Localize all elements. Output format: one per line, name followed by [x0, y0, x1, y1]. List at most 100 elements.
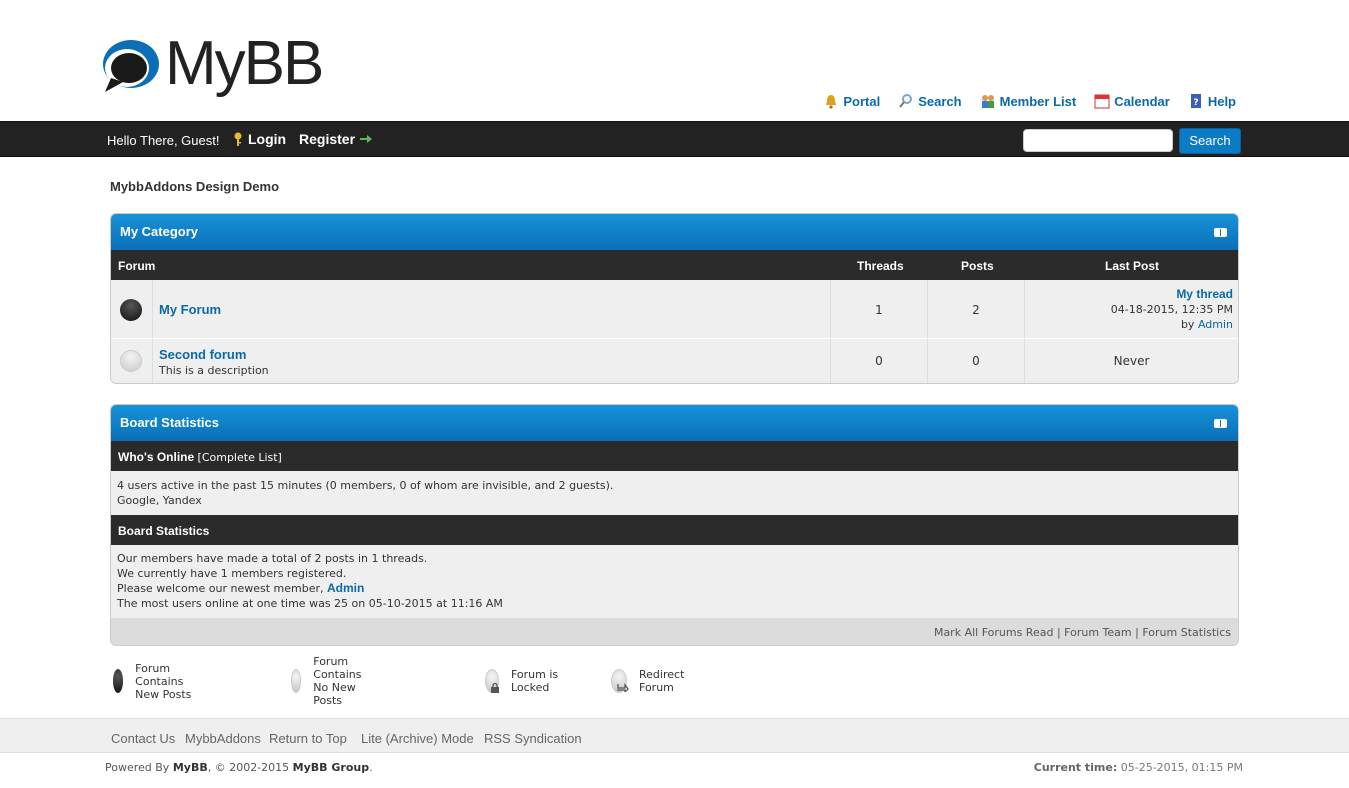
- board-stats-body: Our members have made a total of 2 posts…: [111, 545, 1238, 618]
- arrow-right-icon: [360, 135, 373, 143]
- forum-row: Second forum This is a description 0 0 N…: [111, 339, 1238, 383]
- last-post-date: 04-18-2015, 12:35 PM: [1110, 303, 1233, 316]
- thread-count: 1: [875, 303, 883, 317]
- collapse-toggle-icon[interactable]: [1214, 228, 1227, 237]
- return-to-top-link[interactable]: Return to Top: [269, 731, 347, 746]
- mybb-group-link[interactable]: MyBB Group: [293, 761, 369, 774]
- mark-all-read-link[interactable]: Mark All Forums Read: [934, 626, 1054, 639]
- forum-name-cell: Second forum This is a description: [153, 339, 831, 383]
- separator: |: [1135, 626, 1139, 639]
- members-total-text: We currently have 1 members registered.: [117, 567, 347, 580]
- footer-links-bar: Contact Us MybbAddons Return to Top Lite…: [0, 718, 1349, 753]
- redirect-forum-icon: [611, 669, 629, 693]
- record-online-text: The most users online at one time was 25…: [117, 597, 503, 610]
- separator: |: [1056, 626, 1061, 639]
- locked-forum-icon: [485, 669, 499, 693]
- contact-us-link[interactable]: Contact Us: [111, 731, 175, 746]
- post-count: 2: [972, 303, 980, 317]
- calendar-label: Calendar: [1114, 93, 1170, 109]
- quick-search-input[interactable]: [1023, 129, 1173, 152]
- speech-bubble-logo-icon: [103, 40, 159, 92]
- register-link[interactable]: Register: [299, 131, 373, 147]
- last-post-by: by Admin: [1025, 317, 1233, 332]
- stats-title: Board Statistics: [120, 415, 219, 430]
- breadcrumb[interactable]: MybbAddons Design Demo: [110, 179, 279, 194]
- bell-icon: [826, 95, 837, 109]
- complete-list-link[interactable]: [Complete List]: [198, 451, 282, 464]
- forum-status-cell: [111, 280, 153, 338]
- no-new-posts-icon[interactable]: [120, 350, 142, 372]
- posts-cell: 0: [928, 339, 1025, 383]
- newest-member-link[interactable]: Admin: [327, 581, 364, 595]
- last-post-cell: Never: [1025, 339, 1238, 383]
- header: MyBB Portal Search Member List Calendar …: [0, 0, 1349, 121]
- new-posts-icon[interactable]: [120, 299, 142, 321]
- category-title[interactable]: My Category: [120, 224, 198, 239]
- key-icon: [234, 132, 242, 146]
- posts-cell: 2: [928, 280, 1025, 338]
- forum-name-cell: My Forum: [153, 280, 831, 338]
- stats-footer: Mark All Forums Read | Forum Team | Foru…: [111, 618, 1238, 645]
- col-forum: Forum: [118, 259, 156, 273]
- forum-status-cell: [111, 339, 153, 383]
- period: .: [369, 761, 373, 774]
- member-list-link[interactable]: Member List: [980, 93, 1076, 109]
- threads-cell: 0: [831, 339, 928, 383]
- legend-item: Redirect Forum: [611, 667, 692, 695]
- forum-link[interactable]: Second forum: [159, 347, 246, 362]
- current-time: Current time: 05-25-2015, 01:15 PM: [1034, 761, 1243, 774]
- forum-row: My Forum 1 2 My thread 04-18-2015, 12:35…: [111, 280, 1238, 339]
- powered-by-text: Powered By: [105, 761, 170, 774]
- search-label: Search: [918, 93, 962, 109]
- thread-count: 0: [875, 354, 883, 368]
- last-post-thread-link[interactable]: My thread: [1025, 287, 1233, 302]
- category-header: My Category: [111, 214, 1238, 250]
- legend-item: Forum is Locked: [485, 667, 559, 695]
- forum-link[interactable]: My Forum: [159, 302, 221, 317]
- login-label: Login: [248, 131, 287, 147]
- logo-wordmark: MyBB: [165, 29, 324, 98]
- last-post-cell: My thread 04-18-2015, 12:35 PM by Admin: [1025, 280, 1238, 338]
- legend-label: Redirect Forum: [639, 668, 685, 694]
- portal-link[interactable]: Portal: [823, 93, 880, 109]
- quick-search-button[interactable]: Search: [1179, 128, 1241, 154]
- collapse-toggle-icon[interactable]: [1214, 419, 1227, 428]
- col-last-post: Last Post: [1105, 259, 1160, 273]
- forum-statistics-link[interactable]: Forum Statistics: [1142, 626, 1231, 639]
- post-count: 0: [972, 354, 980, 368]
- help-link[interactable]: ? Help: [1188, 93, 1236, 109]
- search-link[interactable]: Search: [898, 93, 962, 109]
- whos-online-label: Who's Online: [118, 450, 195, 464]
- online-summary: 4 users active in the past 15 minutes (0…: [117, 479, 614, 492]
- whos-online-header: Who's Online [Complete List]: [111, 441, 1238, 471]
- calendar-link[interactable]: Calendar: [1094, 93, 1170, 109]
- whos-online-body: 4 users active in the past 15 minutes (0…: [111, 471, 1238, 515]
- mybb-link[interactable]: MyBB: [173, 761, 208, 774]
- online-bots: Google, Yandex: [117, 494, 202, 507]
- help-label: Help: [1207, 93, 1236, 109]
- login-link[interactable]: Login: [233, 131, 286, 147]
- svg-text:?: ?: [1193, 98, 1198, 108]
- last-post-never: Never: [1113, 354, 1150, 368]
- legend-label: Forum Contains No New Posts: [313, 655, 362, 707]
- forum-team-link[interactable]: Forum Team: [1064, 626, 1131, 639]
- newest-member-prefix: Please welcome our newest member,: [117, 582, 324, 595]
- members-icon: [981, 95, 994, 108]
- legend-label: Forum Contains New Posts: [135, 661, 192, 701]
- col-posts: Posts: [961, 259, 994, 273]
- forum-description: This is a description: [159, 364, 269, 377]
- stats-header: Board Statistics: [111, 405, 1238, 441]
- user-panel-bar: Hello There, Guest! Login Register Searc…: [0, 121, 1349, 157]
- newest-member-line: Please welcome our newest member, Admin: [117, 581, 1232, 596]
- last-post-user-link[interactable]: Admin: [1198, 318, 1233, 331]
- lite-mode-link[interactable]: Lite (Archive) Mode: [361, 731, 474, 746]
- mybb-logo[interactable]: MyBB: [101, 29, 331, 106]
- legend-item: Forum Contains New Posts: [113, 662, 197, 701]
- new-posts-icon: [113, 669, 124, 693]
- mybbaddons-link[interactable]: MybbAddons: [185, 731, 261, 746]
- board-stats-label: Board Statistics: [118, 524, 210, 538]
- legend-label: Forum is Locked: [510, 668, 559, 694]
- copyright-years: , © 2002-2015: [207, 761, 290, 774]
- current-time-value: 05-25-2015, 01:15 PM: [1120, 761, 1243, 774]
- rss-syndication-link[interactable]: RSS Syndication: [484, 731, 582, 746]
